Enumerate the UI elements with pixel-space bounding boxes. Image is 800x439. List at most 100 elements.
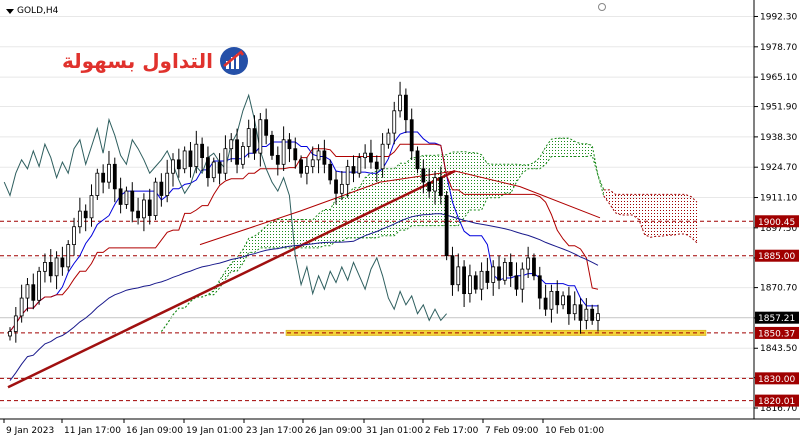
price-tick-label: 1843.50	[760, 344, 797, 354]
candle-body	[246, 128, 251, 147]
candle-body	[48, 262, 53, 277]
candle-body	[101, 172, 106, 183]
candle-body	[450, 255, 455, 286]
price-tick-label: 1992.30	[760, 12, 797, 22]
uptrend-line[interactable]	[7, 169, 456, 389]
candle-body	[107, 163, 111, 183]
candle-body	[223, 148, 228, 174]
time-tick-label: 26 Jan 09:00	[305, 426, 362, 436]
candle-body	[555, 290, 560, 306]
candle-body	[136, 210, 140, 219]
candle-body	[142, 199, 146, 219]
brand-watermark: التداول بسهولة	[62, 46, 249, 76]
candle-body	[118, 188, 123, 205]
candle-body	[211, 161, 216, 179]
time-tick-label: 23 Jan 17:00	[246, 426, 303, 436]
time-axis[interactable]: 9 Jan 2023 11 Jan 17:00 16 Jan 09:00 19 Jan…	[3, 419, 604, 436]
candle-body	[549, 290, 554, 310]
candle-body	[514, 275, 519, 290]
price-tick-label: 1965.10	[760, 73, 797, 83]
candle-body	[275, 154, 280, 165]
candle-body	[299, 159, 303, 174]
candle-body	[130, 190, 135, 212]
candle-body	[19, 297, 24, 317]
time-tick-label: 19 Jan 01:00	[186, 426, 243, 436]
candle-body	[444, 195, 449, 257]
price-tick-label: 1911.10	[760, 194, 797, 204]
candle-body	[508, 262, 513, 277]
candle-body	[8, 331, 12, 337]
candle-body	[590, 308, 595, 321]
dropdown-arrow-icon[interactable]	[6, 8, 14, 14]
price-tick-label: 1951.90	[760, 103, 797, 113]
candle-body	[171, 159, 175, 174]
candle-body	[217, 161, 222, 174]
candle-body	[281, 139, 286, 165]
candle-body	[112, 163, 117, 190]
candle-body	[415, 150, 420, 170]
candle-body	[37, 270, 42, 301]
candle-body	[462, 266, 466, 295]
candle-body	[497, 266, 501, 281]
candle-body	[66, 244, 71, 268]
candle-body	[561, 295, 565, 306]
candle-body	[520, 268, 525, 290]
candle-body	[491, 266, 496, 283]
time-tick-label: 31 Jan 01:00	[366, 426, 423, 436]
candle-body	[345, 166, 350, 185]
candle-body	[153, 181, 158, 216]
candle-body	[438, 177, 443, 196]
candle-body	[339, 183, 344, 194]
candle-body	[310, 159, 315, 167]
candle-body	[176, 159, 181, 170]
candle-body	[54, 257, 59, 277]
candle-body	[485, 270, 490, 283]
price-tick-label: 1978.70	[760, 43, 797, 53]
candle-body	[165, 172, 170, 196]
level-badge-label: 1820.01	[758, 397, 795, 407]
candle-body	[572, 304, 577, 315]
candle-body	[25, 284, 30, 299]
candle-body	[206, 157, 210, 179]
candle-body	[456, 266, 461, 286]
level-badge-label: 1900.45	[758, 218, 795, 228]
candle-body	[83, 210, 88, 219]
candle-body	[77, 210, 82, 228]
candle-body	[398, 94, 402, 112]
candle-body	[89, 195, 94, 219]
price-tick-label: 1870.70	[760, 284, 797, 294]
candle-body	[386, 132, 391, 145]
candle-body	[305, 166, 309, 174]
candle-body	[43, 262, 47, 272]
indicator-handle-icon[interactable]	[598, 3, 606, 11]
candle-body	[526, 257, 531, 270]
candle-body	[60, 257, 65, 268]
candle-body	[427, 181, 432, 192]
candle-body	[537, 275, 542, 299]
chart-title[interactable]: GOLD,H4	[6, 6, 58, 16]
price-tick-label: 1938.30	[760, 133, 797, 143]
price-tick-label: 1924.70	[760, 163, 797, 173]
candle-body	[147, 199, 152, 216]
candle-body	[596, 313, 600, 321]
candle-body	[293, 148, 298, 161]
brand-name: التداول بسهولة	[62, 49, 213, 73]
candle-body	[351, 166, 356, 174]
level-badge-label: 1885.00	[758, 252, 795, 262]
candle-body	[258, 119, 263, 154]
candle-body	[433, 177, 437, 192]
candle-body	[316, 150, 321, 161]
candle-body	[159, 181, 164, 196]
trend-line	[7, 169, 456, 389]
candle-body	[334, 179, 338, 194]
candle-body	[363, 152, 368, 159]
candle-body	[502, 262, 507, 281]
candle-body	[392, 110, 397, 134]
time-tick-label: 7 Feb 09:00	[485, 426, 539, 436]
support-zone[interactable]	[285, 329, 707, 336]
candle-body	[374, 161, 379, 170]
candle-body	[240, 146, 245, 165]
price-axis[interactable]: 1992.30 1978.70 1965.10 1951.90 1938.30 1924.…	[754, 12, 799, 414]
bar-chart-logo-icon	[219, 47, 248, 75]
candle-body	[421, 168, 426, 183]
